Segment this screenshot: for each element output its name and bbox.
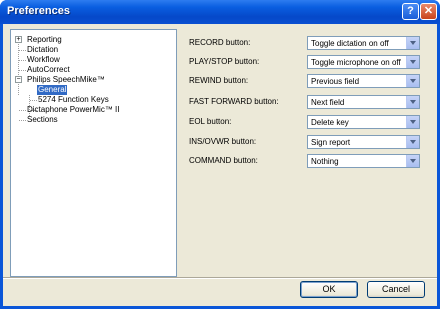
ok-button[interactable]: OK: [300, 281, 358, 298]
tree-connector: [19, 110, 26, 111]
chevron-down-icon[interactable]: [406, 56, 419, 68]
category-tree[interactable]: + Reporting Dictation Workflow AutoCorre…: [10, 29, 177, 277]
eol-button-label: EOL button:: [189, 117, 232, 126]
tree-item-label: 5274 Function Keys: [38, 95, 109, 104]
cancel-button[interactable]: Cancel: [367, 281, 425, 298]
tree-item-label: Reporting: [27, 35, 62, 44]
dialog-body: + Reporting Dictation Workflow AutoCorre…: [3, 24, 437, 306]
record-button-select[interactable]: Toggle dictation on off: [307, 36, 420, 50]
footer-divider: [3, 277, 437, 279]
tree-item-label: Dictation: [27, 45, 59, 54]
tree-connector: [19, 60, 26, 61]
chevron-down-icon[interactable]: [406, 155, 419, 167]
play-stop-button-select[interactable]: Toggle microphone on off: [307, 55, 420, 69]
expand-plus-icon[interactable]: +: [15, 36, 22, 43]
tree-item-label: AutoCorrect: [27, 65, 70, 74]
chevron-down-icon[interactable]: [406, 136, 419, 148]
rewind-button-select[interactable]: Previous field: [307, 74, 420, 88]
tree-connector: [19, 70, 26, 71]
combo-value: Next field: [311, 98, 345, 107]
combo-value: Previous field: [311, 77, 360, 86]
close-button[interactable]: ✕: [420, 3, 437, 20]
command-button-label: COMMAND button:: [189, 156, 258, 165]
tree-item-label: General: [37, 85, 68, 95]
rewind-button-label: REWIND button:: [189, 76, 249, 85]
title-bar[interactable]: Preferences ? ✕: [0, 0, 440, 24]
chevron-down-icon[interactable]: [406, 96, 419, 108]
tree-connector: [19, 50, 26, 51]
collapse-minus-icon[interactable]: −: [15, 76, 22, 83]
chevron-down-icon[interactable]: [406, 116, 419, 128]
tree-item-label: Dictaphone PowerMic™ II: [27, 105, 120, 114]
combo-value: Delete key: [311, 118, 349, 127]
tree-item-label: Philips SpeechMike™: [27, 75, 105, 84]
ins-ovwr-button-label: INS/OVWR button:: [189, 137, 257, 146]
preferences-window: Preferences ? ✕ + Reporting Dictation Wo…: [0, 0, 440, 309]
tree-connector: [18, 40, 19, 95]
play-stop-button-label: PLAY/STOP button:: [189, 57, 260, 66]
tree-connector: [30, 100, 37, 101]
fast-forward-button-label: FAST FORWARD button:: [189, 97, 279, 106]
chevron-down-icon[interactable]: [406, 75, 419, 87]
eol-button-select[interactable]: Delete key: [307, 115, 420, 129]
help-button[interactable]: ?: [402, 3, 419, 20]
tree-connector: [19, 120, 26, 121]
command-button-select[interactable]: Nothing: [307, 154, 420, 168]
ins-ovwr-button-select[interactable]: Sign report: [307, 135, 420, 149]
combo-value: Toggle microphone on off: [311, 58, 401, 67]
chevron-down-icon[interactable]: [406, 37, 419, 49]
combo-value: Sign report: [311, 138, 351, 147]
combo-value: Nothing: [311, 157, 339, 166]
record-button-label: RECORD button:: [189, 38, 251, 47]
tree-item-label: Workflow: [27, 55, 60, 64]
combo-value: Toggle dictation on off: [311, 39, 389, 48]
fast-forward-button-select[interactable]: Next field: [307, 95, 420, 109]
tree-item-label: Sections: [27, 115, 58, 124]
window-title: Preferences: [7, 5, 70, 17]
